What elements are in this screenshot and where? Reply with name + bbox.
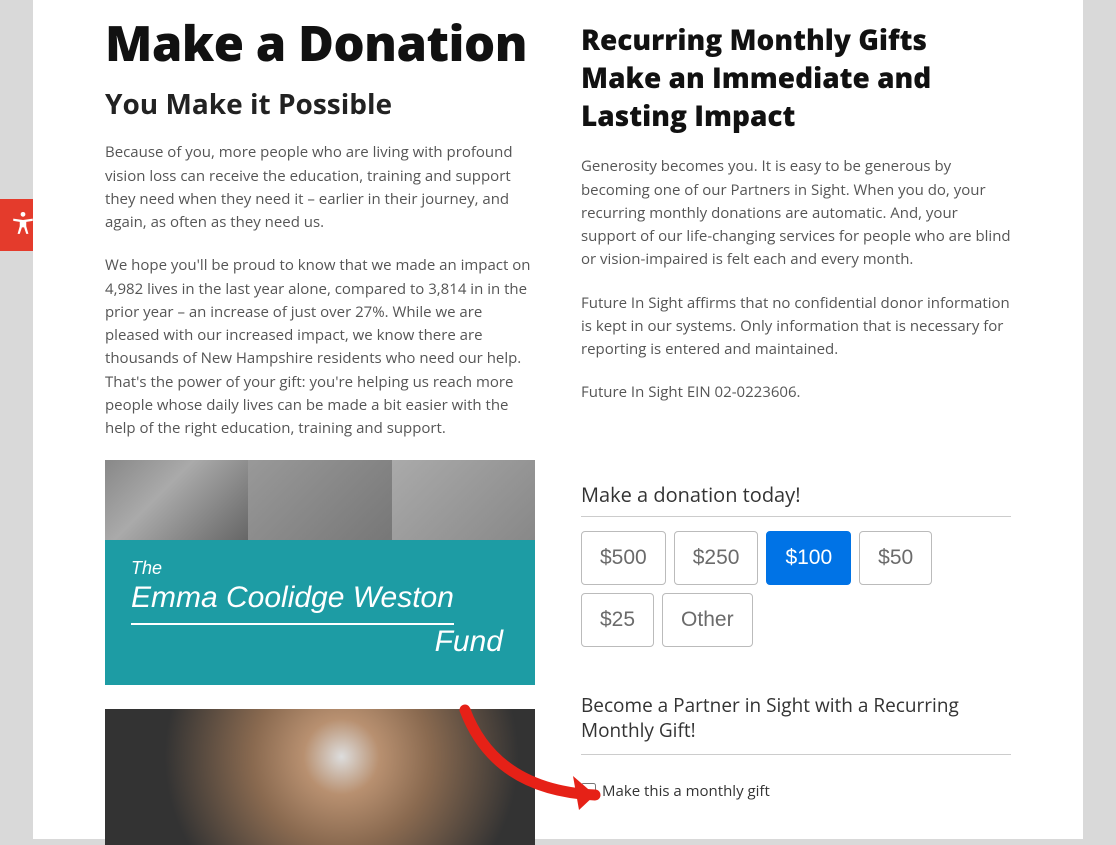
fund-banner: The Emma Coolidge Weston Fund xyxy=(105,540,535,685)
recurring-section-title: Become a Partner in Sight with a Recurri… xyxy=(581,693,1011,755)
amount-option-50[interactable]: $50 xyxy=(859,531,932,585)
amount-option-25[interactable]: $25 xyxy=(581,593,654,647)
main-column: Make a Donation You Make it Possible Bec… xyxy=(105,18,535,839)
side-heading: Recurring Monthly Gifts Make an Immediat… xyxy=(581,22,1011,135)
page-title: Make a Donation xyxy=(105,18,535,69)
amount-option-other[interactable]: Other xyxy=(662,593,753,647)
fund-photo xyxy=(248,460,391,540)
amount-options: $500$250$100$50 $25Other xyxy=(581,531,1011,647)
intro-paragraph-2: We hope you'll be proud to know that we … xyxy=(105,254,535,440)
amount-option-500[interactable]: $500 xyxy=(581,531,666,585)
bottom-feature-image xyxy=(105,709,535,845)
donation-form: Make a donation today! $500$250$100$50 $2… xyxy=(581,481,1011,801)
fund-line2: Emma Coolidge Weston xyxy=(131,581,454,625)
fund-line1: The xyxy=(131,558,509,579)
accessibility-icon xyxy=(10,210,36,241)
fund-photo xyxy=(105,460,248,540)
fund-line3: Fund xyxy=(131,625,509,659)
intro-paragraph-1: Because of you, more people who are livi… xyxy=(105,141,535,234)
subheading: You Make it Possible xyxy=(105,85,535,123)
amount-option-100[interactable]: $100 xyxy=(766,531,851,585)
side-column: Recurring Monthly Gifts Make an Immediat… xyxy=(581,18,1011,839)
fund-promo-block[interactable]: The Emma Coolidge Weston Fund xyxy=(105,460,535,685)
side-paragraph-1: Generosity becomes you. It is easy to be… xyxy=(581,155,1011,271)
monthly-gift-checkbox[interactable] xyxy=(581,783,596,798)
amount-option-250[interactable]: $250 xyxy=(674,531,759,585)
monthly-gift-option[interactable]: Make this a monthly gift xyxy=(581,781,1011,801)
donation-form-title: Make a donation today! xyxy=(581,481,1011,517)
ein-line: Future In Sight EIN 02-0223606. xyxy=(581,381,1011,404)
fund-photo xyxy=(392,460,535,540)
page-content: Make a Donation You Make it Possible Bec… xyxy=(33,0,1083,839)
monthly-gift-label: Make this a monthly gift xyxy=(602,781,770,801)
fund-photo-strip xyxy=(105,460,535,540)
side-paragraph-2: Future In Sight affirms that no confiden… xyxy=(581,292,1011,362)
